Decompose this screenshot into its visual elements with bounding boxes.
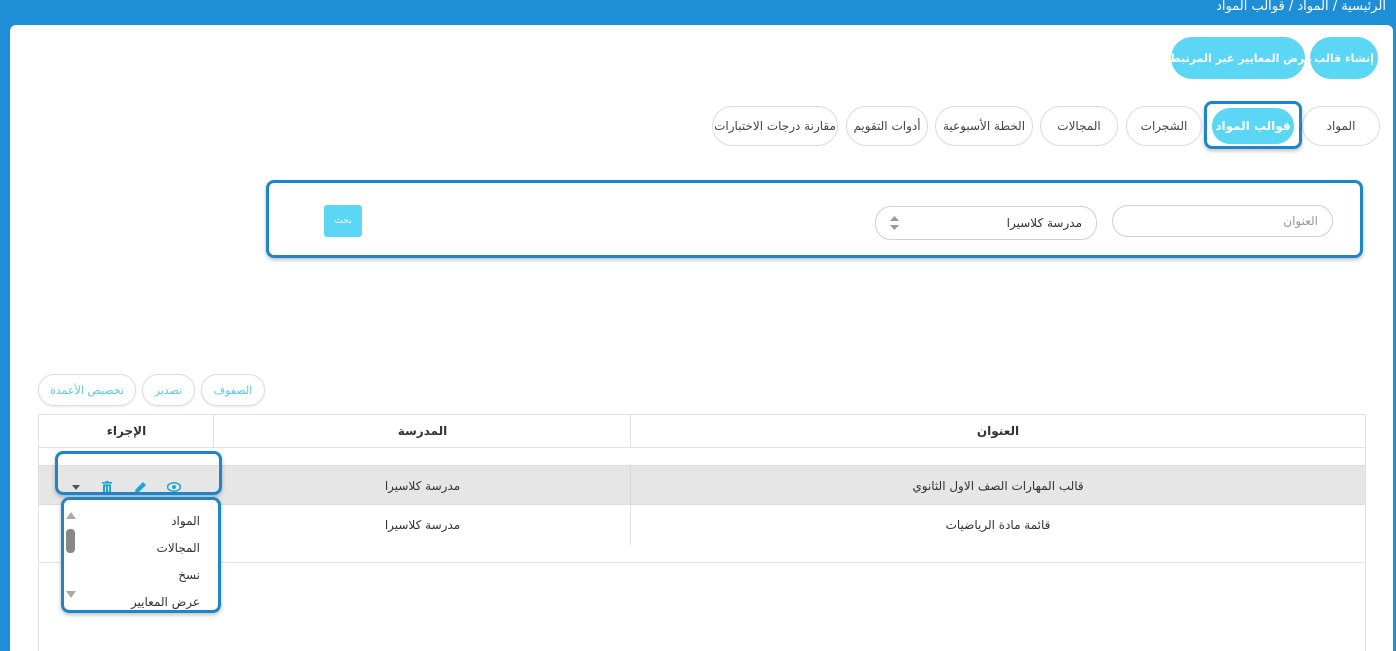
title-filter-placeholder: العنوان <box>1283 214 1318 228</box>
header-title[interactable]: العنوان <box>631 415 1365 448</box>
highlight-action-icons <box>55 451 222 495</box>
table-row[interactable]: قالب المهارات الصف الاول الثانوي مدرسة ك… <box>39 465 1365 506</box>
header-action: الإجراء <box>39 415 214 448</box>
export-button[interactable]: تصدير <box>142 374 195 406</box>
col-divider <box>630 505 631 545</box>
row-title-cell: قالب المهارات الصف الاول الثانوي <box>912 479 1084 493</box>
breadcrumb: الرئيسية / المواد / قوالب المواد <box>1216 0 1386 14</box>
tab-compare-test-scores[interactable]: مقارنة درجات الاختبارات <box>712 106 838 146</box>
col-divider <box>630 415 631 448</box>
col-divider <box>630 466 631 506</box>
row-title-cell: قائمة مادة الرياضيات <box>945 518 1051 532</box>
create-template-button[interactable]: إنشاء قالب <box>1310 37 1378 79</box>
tab-trees[interactable]: الشجرات <box>1126 106 1202 146</box>
data-table: العنوان المدرسة الإجراء قالب المهارات ال… <box>38 414 1366 651</box>
row-school-cell: مدرسة كلاسيرا <box>384 518 461 532</box>
row-school-cell: مدرسة كلاسيرا <box>384 479 461 493</box>
highlight-dropdown <box>61 497 221 613</box>
view-unlinked-criteria-button[interactable]: عرض المعايير غير المرتبطة <box>1164 37 1312 79</box>
tab-weekly-plan[interactable]: الخطة الأسبوعية <box>935 106 1033 146</box>
tab-subjects[interactable]: المواد <box>1302 106 1380 146</box>
search-button[interactable]: بحث <box>324 205 362 237</box>
school-select[interactable]: مدرسة كلاسيرا <box>875 206 1097 240</box>
tab-assessment-tools[interactable]: أدوات التقويم <box>846 106 928 146</box>
customize-columns-button[interactable]: تخصيص الأعمدة <box>38 374 136 406</box>
highlight-active-tab <box>1204 101 1302 149</box>
title-filter-input[interactable]: العنوان <box>1112 205 1333 237</box>
tab-domains[interactable]: المجالات <box>1040 106 1118 146</box>
school-select-value: مدرسة كلاسيرا <box>1006 216 1082 230</box>
table-row[interactable]: قائمة مادة الرياضيات مدرسة كلاسيرا <box>39 505 1365 545</box>
col-divider <box>213 415 214 448</box>
row-separator <box>39 562 1365 563</box>
rows-button[interactable]: الصفوف <box>201 374 265 406</box>
header-school[interactable]: المدرسة <box>214 415 631 448</box>
select-arrows-icon <box>890 216 899 230</box>
